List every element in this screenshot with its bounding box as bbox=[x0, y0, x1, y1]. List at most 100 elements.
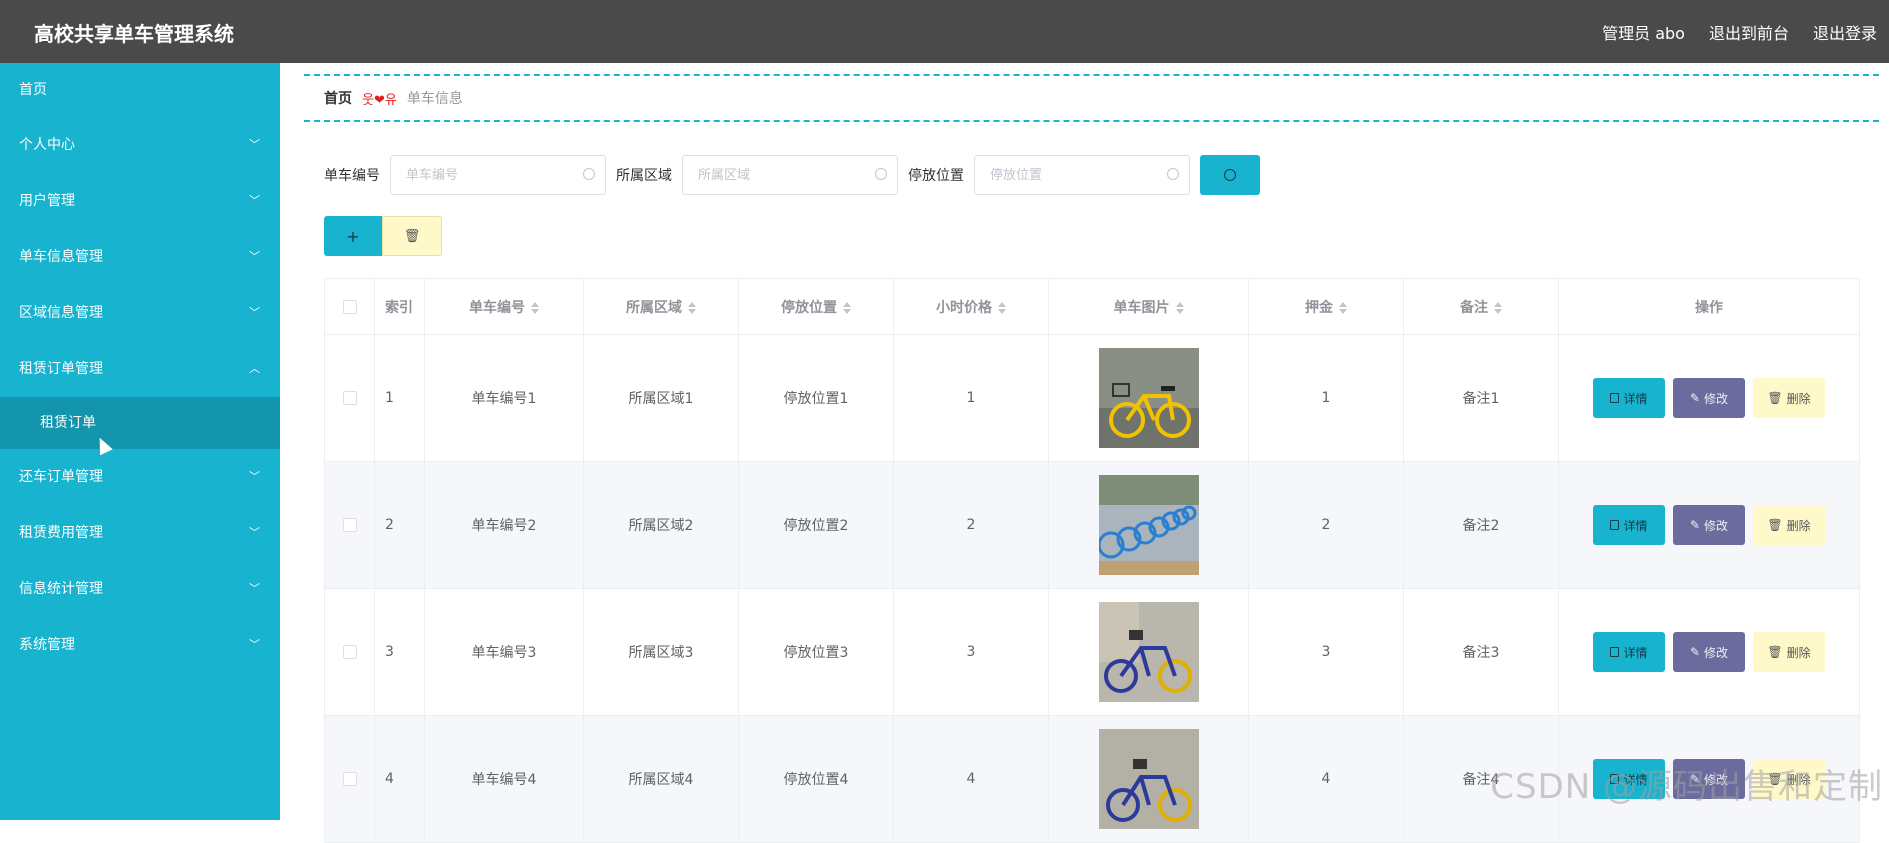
back-to-front-link[interactable]: 退出到前台 bbox=[1709, 20, 1789, 44]
chevron-down-icon: ﹀ bbox=[249, 449, 260, 505]
sort-icon[interactable] bbox=[843, 302, 851, 314]
row-index: 3 bbox=[375, 589, 425, 716]
delete-button[interactable]: 🗑删除 bbox=[1753, 505, 1825, 545]
bike-no-field bbox=[390, 155, 606, 195]
sidebar-item-home[interactable]: 首页 bbox=[0, 63, 280, 117]
sidebar-item-rental-fees[interactable]: 租赁费用管理 ﹀ bbox=[0, 505, 280, 561]
edit-button[interactable]: ✎修改 bbox=[1673, 632, 1745, 672]
detail-label: 详情 bbox=[1623, 644, 1647, 661]
header-note[interactable]: 备注 bbox=[1404, 279, 1559, 335]
header-label: 所属区域 bbox=[626, 300, 682, 316]
region-input[interactable] bbox=[683, 156, 897, 194]
header-region[interactable]: 所属区域 bbox=[584, 279, 739, 335]
row-image-cell bbox=[1049, 589, 1249, 716]
sidebar-item-system[interactable]: 系统管理 ﹀ bbox=[0, 617, 280, 673]
sort-icon[interactable] bbox=[1494, 302, 1502, 314]
row-checkbox[interactable] bbox=[343, 645, 357, 659]
region-label: 所属区域 bbox=[616, 165, 672, 185]
add-button[interactable]: + bbox=[324, 216, 382, 256]
search-icon bbox=[875, 168, 887, 180]
logout-link[interactable]: 退出登录 bbox=[1813, 20, 1877, 44]
breadcrumb: 首页 웃❤유 单车信息 bbox=[304, 74, 1879, 122]
row-checkbox[interactable] bbox=[343, 772, 357, 786]
header-deposit[interactable]: 押金 bbox=[1249, 279, 1404, 335]
search-icon bbox=[583, 168, 595, 180]
detail-button[interactable]: 详情 bbox=[1593, 378, 1665, 418]
sidebar-item-label: 还车订单管理 bbox=[19, 469, 103, 485]
bike-image[interactable] bbox=[1099, 602, 1199, 702]
header-price[interactable]: 小时价格 bbox=[894, 279, 1049, 335]
header-image[interactable]: 单车图片 bbox=[1049, 279, 1249, 335]
edit-label: 修改 bbox=[1704, 517, 1728, 534]
bike-no-input[interactable] bbox=[391, 156, 605, 194]
row-location: 停放位置2 bbox=[739, 462, 894, 589]
sidebar: 首页 个人中心 ﹀ 用户管理 ﹀ 单车信息管理 ﹀ 区域信息管理 ﹀ 租赁订单管… bbox=[0, 63, 280, 820]
chevron-down-icon: ﹀ bbox=[249, 617, 260, 673]
sidebar-item-personal[interactable]: 个人中心 ﹀ bbox=[0, 117, 280, 173]
bike-no-label: 单车编号 bbox=[324, 165, 380, 185]
sidebar-item-bikes[interactable]: 单车信息管理 ﹀ bbox=[0, 229, 280, 285]
row-checkbox[interactable] bbox=[343, 518, 357, 532]
header-links: 管理员 abo 退出到前台 退出登录 bbox=[1602, 20, 1877, 44]
row-select-cell bbox=[325, 589, 375, 716]
header-location[interactable]: 停放位置 bbox=[739, 279, 894, 335]
sidebar-item-rental-orders[interactable]: 租赁订单管理 ︿ bbox=[0, 341, 280, 397]
search-button[interactable] bbox=[1200, 155, 1260, 195]
sort-icon[interactable] bbox=[1339, 302, 1347, 314]
sort-icon[interactable] bbox=[1176, 302, 1184, 314]
select-all-cell bbox=[325, 279, 375, 335]
breadcrumb-home[interactable]: 首页 bbox=[324, 88, 352, 108]
app-title: 高校共享单车管理系统 bbox=[34, 18, 234, 47]
select-all-checkbox[interactable] bbox=[343, 300, 357, 314]
edit-button[interactable]: ✎修改 bbox=[1673, 378, 1745, 418]
breadcrumb-separator: 웃❤유 bbox=[362, 89, 397, 108]
document-icon bbox=[1610, 393, 1619, 403]
sidebar-item-statistics[interactable]: 信息统计管理 ﹀ bbox=[0, 561, 280, 617]
sort-icon[interactable] bbox=[998, 302, 1006, 314]
bike-image[interactable] bbox=[1099, 475, 1199, 575]
document-icon bbox=[1610, 647, 1619, 657]
sort-icon[interactable] bbox=[531, 302, 539, 314]
row-bike-no: 单车编号3 bbox=[425, 589, 584, 716]
pencil-icon: ✎ bbox=[1690, 518, 1700, 532]
trash-icon: 🗑 bbox=[404, 229, 421, 244]
row-region: 所属区域3 bbox=[584, 589, 739, 716]
row-checkbox[interactable] bbox=[343, 391, 357, 405]
sidebar-item-label: 区域信息管理 bbox=[19, 305, 103, 321]
row-price: 2 bbox=[894, 462, 1049, 589]
sidebar-item-regions[interactable]: 区域信息管理 ﹀ bbox=[0, 285, 280, 341]
bike-image[interactable] bbox=[1099, 729, 1199, 829]
header-label: 押金 bbox=[1305, 300, 1333, 316]
row-price: 1 bbox=[894, 335, 1049, 462]
sidebar-item-label: 信息统计管理 bbox=[19, 581, 103, 597]
header-bike-no[interactable]: 单车编号 bbox=[425, 279, 584, 335]
edit-button[interactable]: ✎ 修改 bbox=[1673, 505, 1745, 545]
location-input[interactable] bbox=[975, 156, 1189, 194]
location-label: 停放位置 bbox=[908, 165, 964, 185]
sidebar-item-label: 租赁费用管理 bbox=[19, 525, 103, 541]
sidebar-item-return-orders[interactable]: 还车订单管理 ﹀ bbox=[0, 449, 280, 505]
sidebar-item-users[interactable]: 用户管理 ﹀ bbox=[0, 173, 280, 229]
location-field bbox=[974, 155, 1190, 195]
detail-button[interactable]: 详情 bbox=[1593, 505, 1665, 545]
top-header: 高校共享单车管理系统 管理员 abo 退出到前台 退出登录 bbox=[0, 0, 1889, 63]
header-label: 单车图片 bbox=[1114, 300, 1170, 316]
delete-button[interactable]: 🗑删除 bbox=[1753, 632, 1825, 672]
sort-icon[interactable] bbox=[688, 302, 696, 314]
header-label: 停放位置 bbox=[781, 300, 837, 316]
delete-button[interactable]: 🗑删除 bbox=[1753, 378, 1825, 418]
row-index: 2 bbox=[375, 462, 425, 589]
row-image-cell bbox=[1049, 716, 1249, 843]
sidebar-item-label: 租赁订单管理 bbox=[19, 361, 103, 377]
bike-image[interactable] bbox=[1099, 348, 1199, 448]
row-ops: 详情 ✎修改 🗑删除 bbox=[1559, 335, 1860, 462]
table-header-row: 索引 单车编号 所属区域 停放位置 小时价格 单车图片 押金 备注 操作 bbox=[325, 279, 1860, 335]
region-field bbox=[682, 155, 898, 195]
batch-delete-button[interactable]: 🗑 bbox=[382, 216, 442, 256]
sidebar-subitem-rental-order[interactable]: 租赁订单 bbox=[0, 397, 280, 449]
row-image-cell bbox=[1049, 335, 1249, 462]
row-deposit: 3 bbox=[1249, 589, 1404, 716]
delete-label: 删除 bbox=[1787, 517, 1811, 534]
detail-button[interactable]: 详情 bbox=[1593, 632, 1665, 672]
trash-icon: 🗑 bbox=[1767, 645, 1782, 659]
